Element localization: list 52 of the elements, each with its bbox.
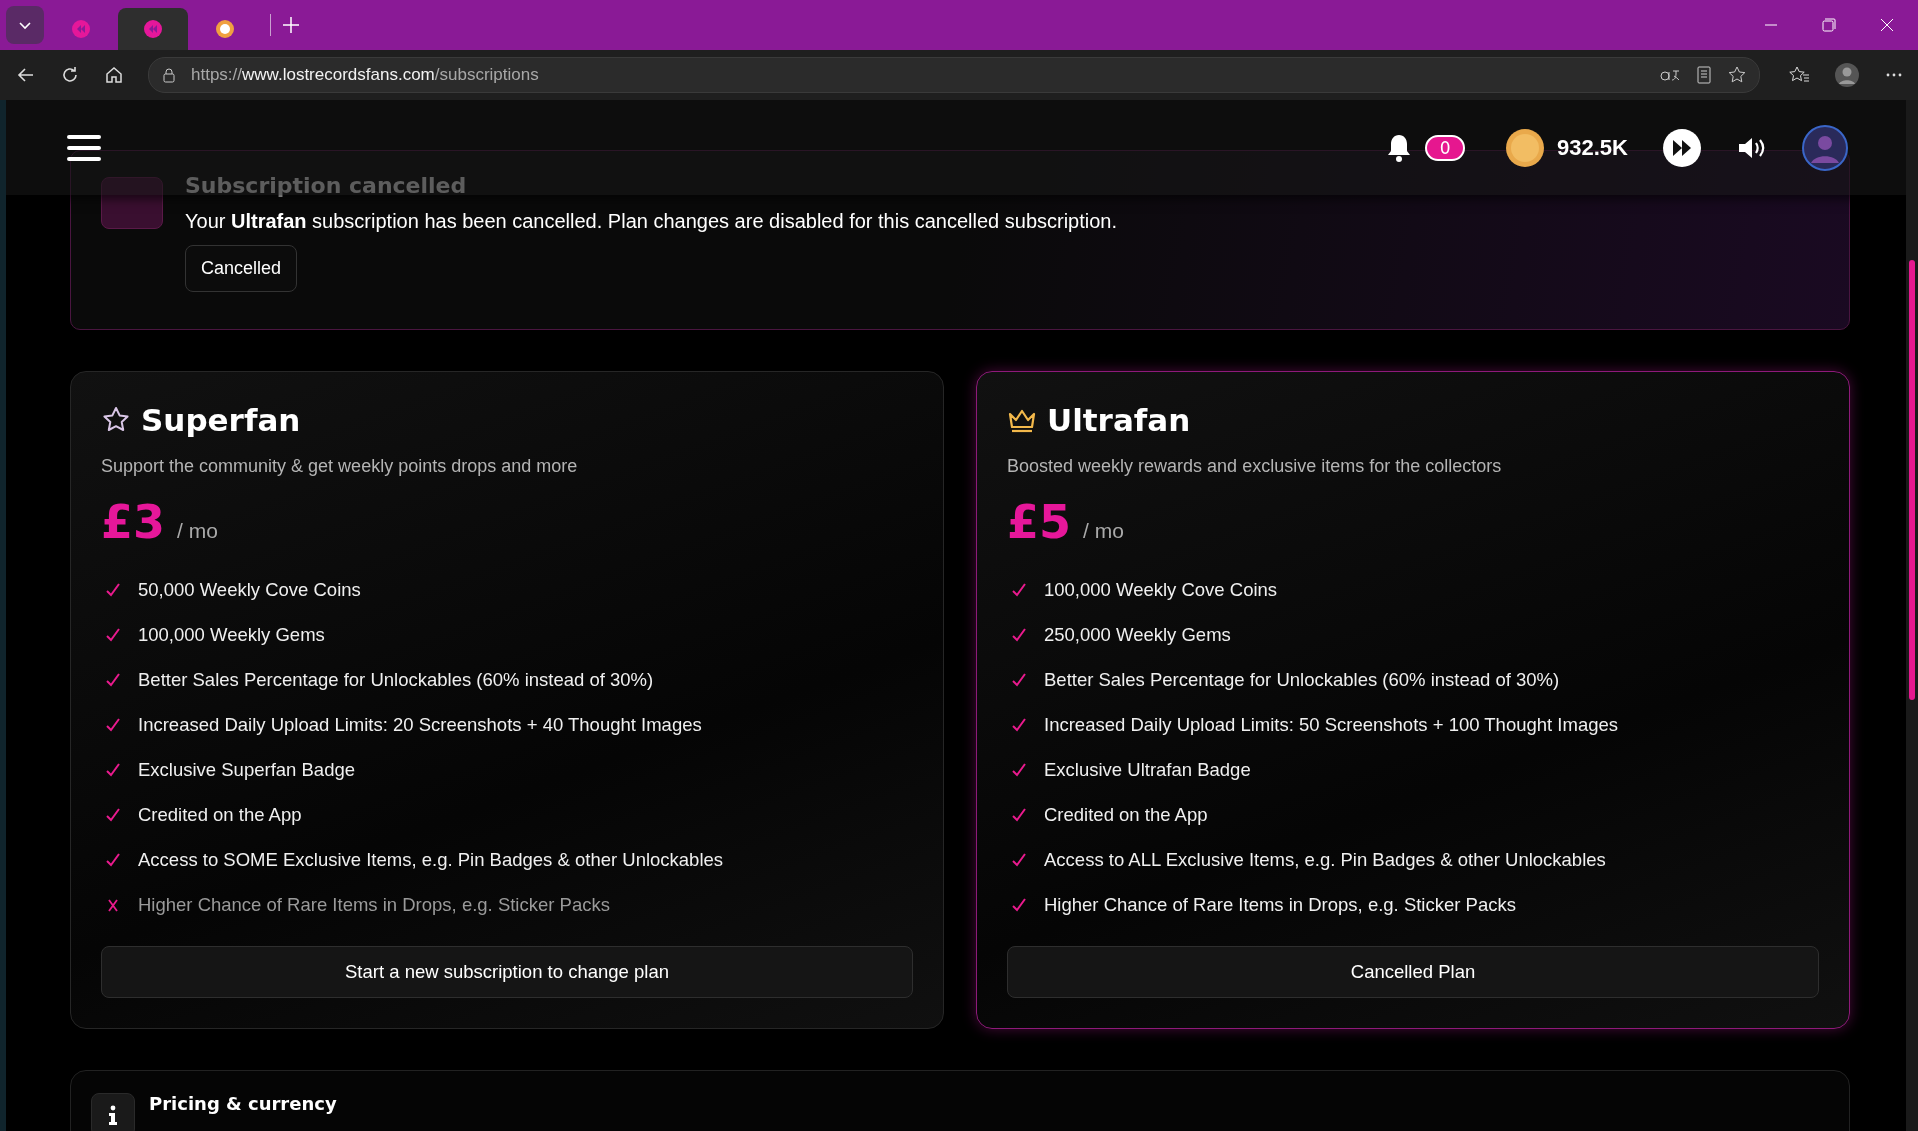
plan-price: £5 (1007, 495, 1071, 549)
plan-button[interactable]: Start a new subscription to change plan (101, 946, 913, 998)
reader-icon[interactable] (1695, 65, 1713, 85)
notification-count: 0 (1425, 134, 1466, 161)
pricing-title: Pricing & currency (149, 1093, 337, 1114)
plan-button[interactable]: Cancelled Plan (1007, 946, 1819, 998)
new-tab-icon[interactable] (281, 15, 301, 35)
address-bar[interactable]: https://www.lostrecordsfans.com/subscriptions (148, 57, 1760, 93)
favorites-icon[interactable] (1788, 65, 1810, 85)
close-icon[interactable] (1880, 18, 1894, 32)
plan-price: £3 (101, 495, 165, 549)
profile-avatar-icon[interactable] (1834, 62, 1860, 88)
feature-text: Credited on the App (1044, 803, 1208, 826)
menu-icon[interactable] (67, 132, 101, 163)
site-logo-icon (215, 19, 235, 39)
plan-description: Support the community & get weekly points drops and more (101, 456, 579, 477)
plan-name: Superfan (141, 402, 301, 438)
reload-icon[interactable] (60, 65, 80, 85)
feature-text: Access to ALL Exclusive Items, e.g. Pin Badges & other Unlockables (1044, 848, 1606, 871)
plan-description: Boosted weekly rewards and exclusive items for the collectors (1007, 456, 1503, 477)
star-icon[interactable] (1727, 65, 1747, 85)
feature-text: Better Sales Percentage for Unlockables (60% instead of 30%) (1044, 668, 1560, 691)
price-period: / mo (1083, 519, 1124, 543)
status-badge: Cancelled (185, 245, 298, 292)
url-text: https://www.lostrecordsfans.com/subscriptions (191, 65, 539, 85)
coin-balance: 932.5K (1557, 134, 1628, 161)
home-icon[interactable] (104, 65, 124, 85)
feature-text: Access to SOME Exclusive Items, e.g. Pin Badges & other Unlockables (138, 848, 724, 871)
restore-icon[interactable] (1822, 18, 1836, 32)
feature-text: Exclusive Superfan Badge (138, 758, 355, 781)
feature-text: 100,000 Weekly Cove Coins (1044, 578, 1278, 601)
notice-message: Your Ultrafan subscription has been cancelled. Plan changes are disabled for this cancelled subscription. (185, 210, 1118, 233)
lock-icon (161, 67, 177, 83)
rewind-icon (71, 19, 91, 39)
feature-text: Increased Daily Upload Limits: 20 Screenshots + 40 Thought Images (138, 713, 702, 736)
coin-icon (1505, 127, 1546, 168)
feature-text: Exclusive Ultrafan Badge (1044, 758, 1251, 781)
feature-text: Increased Daily Upload Limits: 50 Screenshots + 100 Thought Images (1044, 713, 1618, 736)
feature-text: Credited on the App (138, 803, 302, 826)
fast-forward-icon[interactable] (1662, 127, 1702, 168)
price-period: / mo (177, 519, 218, 543)
feature-text: Higher Chance of Rare Items in Drops, e.g. Sticker Packs (138, 893, 610, 916)
feature-text: Better Sales Percentage for Unlockables (60% instead of 30%) (138, 668, 654, 691)
plan-name: Ultrafan (1047, 402, 1191, 438)
browser-tab[interactable] (118, 8, 188, 50)
feature-text: 250,000 Weekly Gems (1044, 623, 1231, 646)
feature-text: Higher Chance of Rare Items in Drops, e.g. Sticker Packs (1044, 893, 1516, 916)
notice-title: Subscription cancelled (185, 173, 467, 198)
rewind-icon (143, 19, 163, 39)
feature-text: 100,000 Weekly Gems (138, 623, 325, 646)
feature-text: 50,000 Weekly Cove Coins (138, 578, 361, 601)
notice-icon (101, 177, 163, 229)
